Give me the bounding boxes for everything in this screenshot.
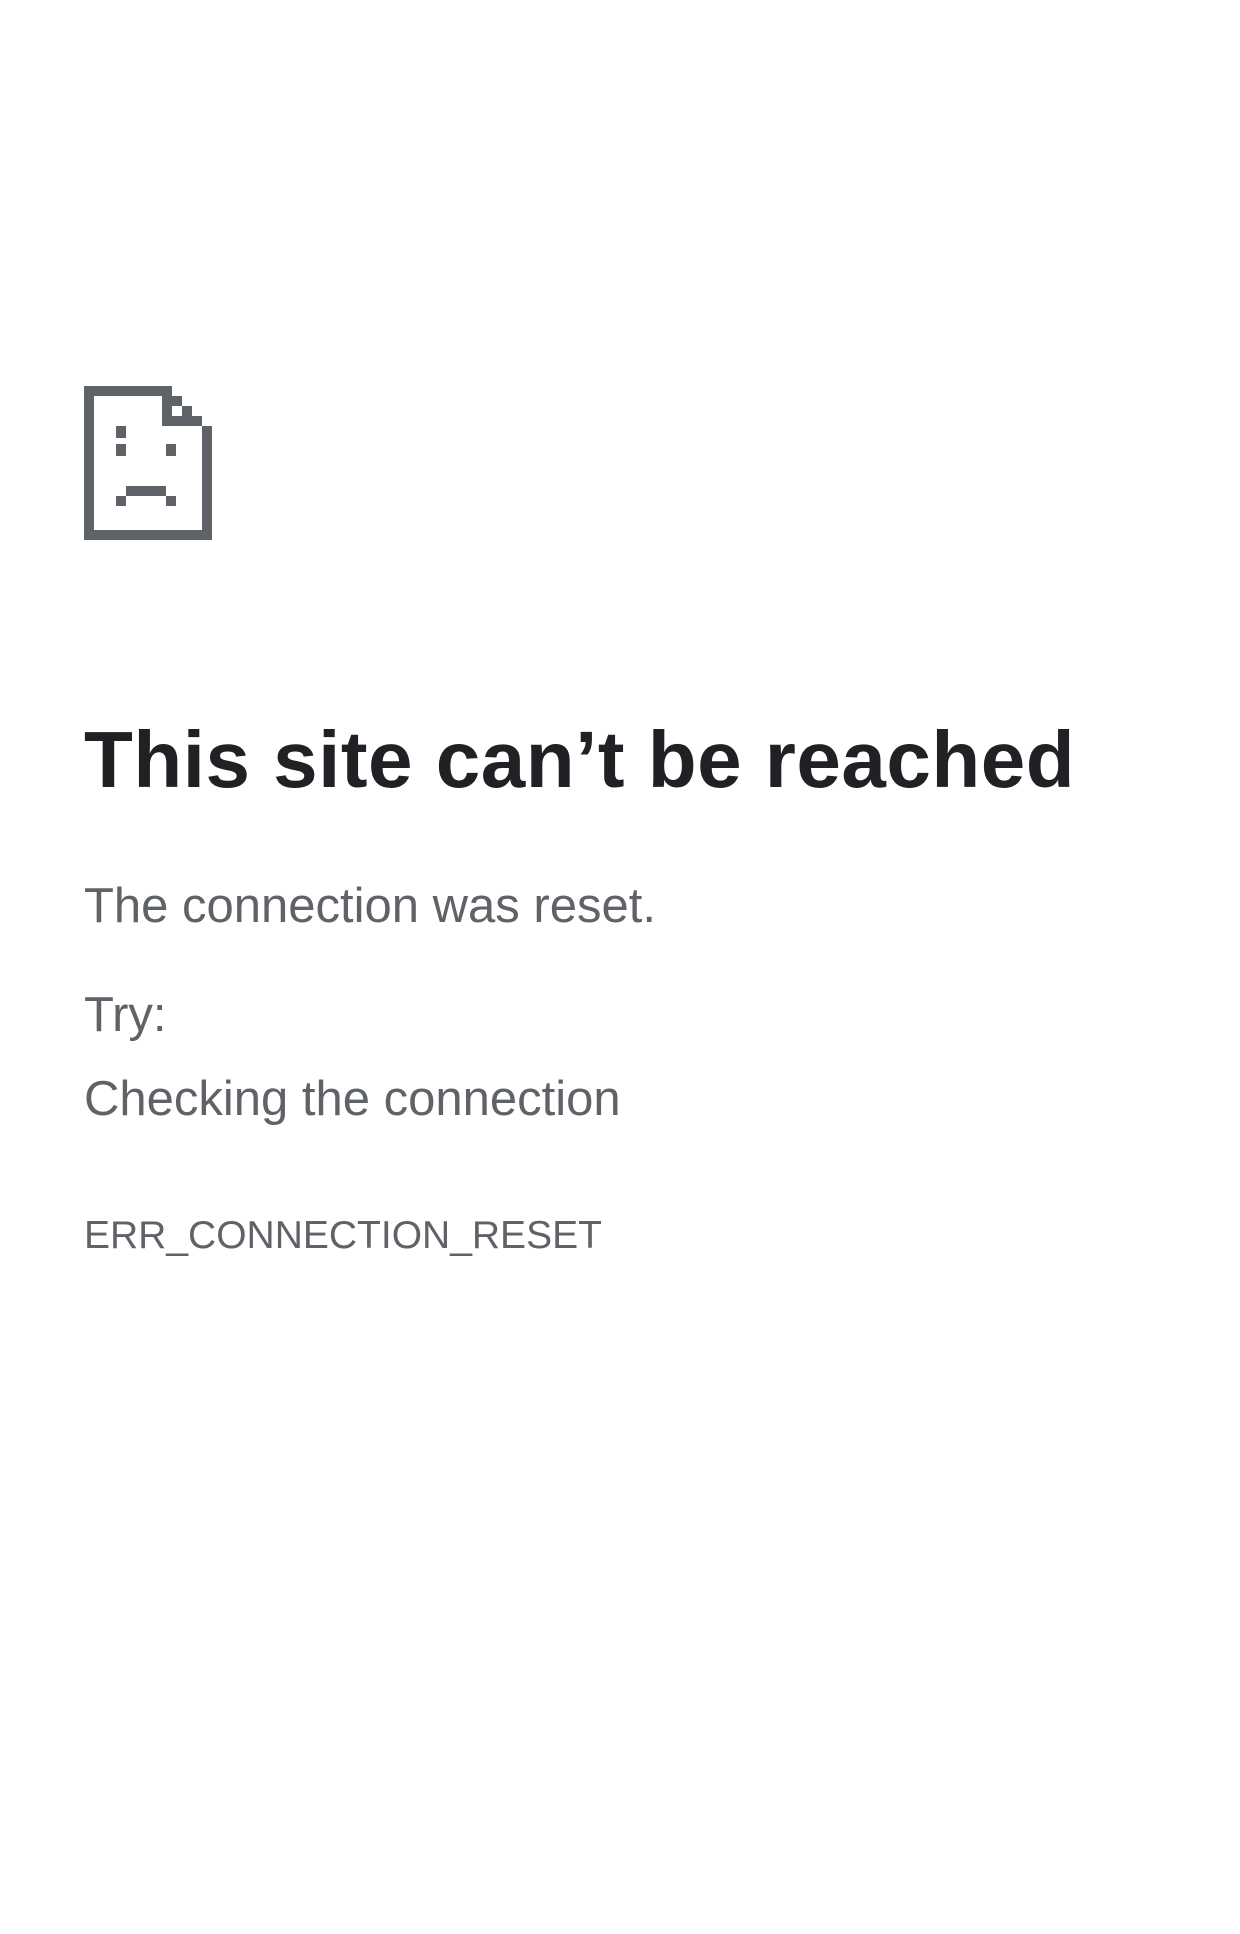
error-page: This site can’t be reached The connectio… <box>84 0 1164 1934</box>
error-title: This site can’t be reached <box>84 715 1076 804</box>
try-label: Try: <box>84 988 167 1042</box>
suggestion-item: Checking the connection <box>84 1072 621 1126</box>
error-summary: The connection was reset. <box>84 879 656 933</box>
sad-page-icon <box>84 386 212 540</box>
error-code: ERR_CONNECTION_RESET <box>84 1214 602 1257</box>
